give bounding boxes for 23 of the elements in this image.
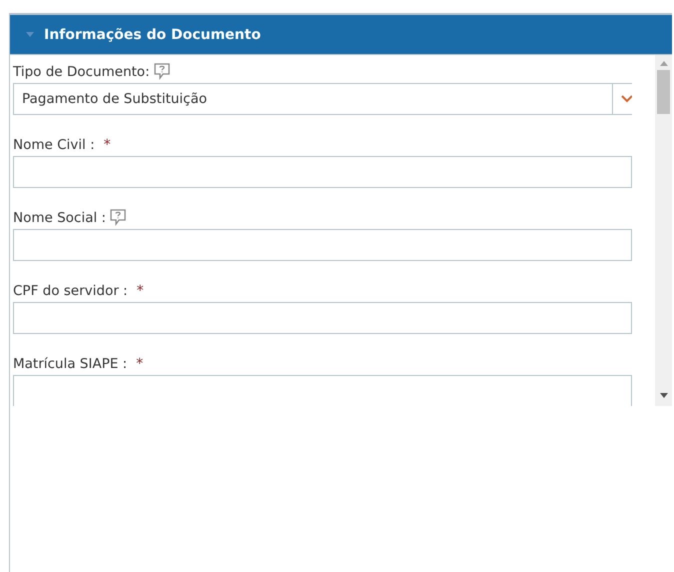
field-label: Nome Civil : bbox=[13, 137, 95, 153]
text-field[interactable] bbox=[13, 375, 632, 406]
field-label: Tipo de Documento: bbox=[13, 64, 150, 80]
chevron-down-icon bbox=[620, 95, 632, 103]
panel-title: Informações do Documento bbox=[44, 26, 261, 42]
text-field[interactable] bbox=[13, 156, 632, 188]
scroll-down-icon[interactable] bbox=[660, 393, 668, 398]
required-mark: * bbox=[104, 137, 111, 153]
document-type-select[interactable]: Pagamento de Substituição bbox=[13, 83, 632, 115]
scroll-up-icon[interactable] bbox=[660, 61, 668, 66]
field-label: Nome Social : bbox=[13, 210, 106, 226]
text-field[interactable] bbox=[13, 229, 632, 261]
help-icon[interactable] bbox=[152, 62, 171, 80]
collapse-caret-icon bbox=[26, 32, 34, 37]
required-mark: * bbox=[136, 356, 144, 372]
scroll-thumb[interactable] bbox=[657, 70, 670, 114]
text-field[interactable] bbox=[13, 302, 632, 334]
help-icon[interactable] bbox=[108, 208, 127, 226]
panel-header[interactable]: Informações do Documento bbox=[10, 13, 672, 55]
field-label: Matrícula SIAPE : bbox=[13, 356, 128, 372]
field-label: CPF do servidor : bbox=[13, 283, 128, 299]
scrollbar[interactable] bbox=[655, 55, 672, 406]
required-mark: * bbox=[136, 283, 144, 299]
